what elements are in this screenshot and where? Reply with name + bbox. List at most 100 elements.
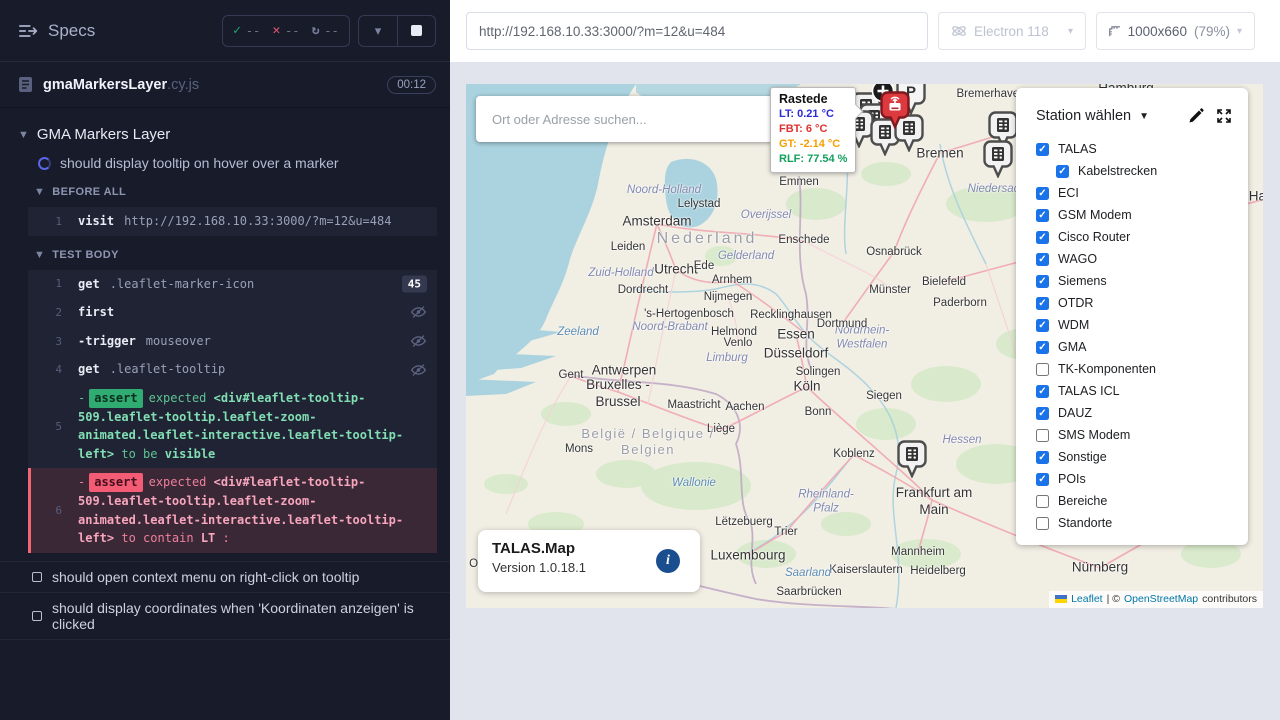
command-number: 1 — [28, 215, 78, 228]
cypress-reporter: Specs ✓-- ✕-- ↻-- ▾ gmaMarkersLayer.cy.j… — [0, 0, 450, 720]
layer-checkbox-cisco-router[interactable]: ✓Cisco Router — [1036, 226, 1248, 248]
eye-slash-icon — [410, 362, 427, 377]
electron-icon — [951, 23, 967, 39]
address-bar[interactable]: http://192.168.10.33:3000/?m=12&u=484 — [466, 12, 928, 50]
assert-message: -assertexpected <div#leaflet-tooltip-509… — [78, 468, 437, 552]
map-version-box: TALAS.Map Version 1.0.18.1 i — [478, 530, 700, 592]
layer-checkbox-tk-komponenten[interactable]: TK-Komponenten — [1036, 358, 1248, 380]
url-text: http://192.168.10.33:3000/?m=12&u=484 — [479, 24, 725, 39]
active-test[interactable]: should display tooltip on hover over a m… — [0, 149, 450, 177]
spec-row[interactable]: gmaMarkersLayer.cy.js 00:12 — [0, 62, 450, 108]
checkbox-unchecked-icon — [1036, 495, 1049, 508]
checkbox-unchecked-icon — [1036, 429, 1049, 442]
checkbox-checked-icon: ✓ — [1036, 253, 1049, 266]
command-body: first — [78, 298, 437, 327]
command-row[interactable]: 1get.leaflet-marker-icon45 — [28, 270, 437, 299]
command-assert-passed[interactable]: 5-assertexpected <div#leaflet-tooltip-50… — [28, 384, 437, 468]
x-icon: ✕ — [272, 23, 280, 38]
map-attribution: Leaflet | © OpenStreetMap contributors — [1049, 591, 1263, 608]
layer-checkbox-eci[interactable]: ✓ECI — [1036, 182, 1248, 204]
layer-checkbox-standorte[interactable]: Standorte — [1036, 512, 1248, 534]
layer-checkbox-kabelstrecken[interactable]: ✓Kabelstrecken — [1036, 160, 1248, 182]
osm-link[interactable]: OpenStreetMap — [1124, 593, 1198, 605]
command-body: visithttp://192.168.10.33:3000/?m=12&u=4… — [78, 207, 437, 236]
viewport-zoom: (79%) — [1194, 24, 1230, 39]
edit-pencil-icon[interactable] — [1188, 108, 1204, 124]
chevron-down-icon: ▼ — [18, 129, 29, 141]
checkbox-checked-icon: ✓ — [1036, 275, 1049, 288]
command-number: 4 — [28, 363, 78, 376]
spec-duration: 00:12 — [387, 76, 436, 94]
before-all-commands: 1visithttp://192.168.10.33:3000/?m=12&u=… — [28, 207, 437, 236]
checkbox-checked-icon: ✓ — [1036, 231, 1049, 244]
checkbox-checked-icon: ✓ — [1036, 385, 1049, 398]
viewport-size: 1000x660 — [1128, 24, 1187, 39]
section-test-body[interactable]: ▼ TEST BODY — [0, 240, 450, 266]
checkbox-checked-icon: ✓ — [1036, 187, 1049, 200]
command-number: 2 — [28, 306, 78, 319]
info-icon[interactable]: i — [656, 549, 680, 573]
layer-checkbox-talas[interactable]: ✓TALAS — [1036, 138, 1248, 160]
chevron-down-icon: ▾ — [1237, 26, 1242, 37]
checkbox-checked-icon: ✓ — [1036, 473, 1049, 486]
command-number: 3 — [28, 335, 78, 348]
tooltip-measurement: GT: -2.14 °C — [779, 137, 847, 152]
layer-checkbox-siemens[interactable]: ✓Siemens — [1036, 270, 1248, 292]
checkbox-unchecked-icon — [1036, 363, 1049, 376]
pending-test-icon — [32, 611, 42, 621]
collapse-all-button[interactable]: ▾ — [359, 16, 397, 46]
command-row[interactable]: 3-triggermouseover — [28, 327, 437, 356]
pending-test-icon — [32, 572, 42, 582]
command-row[interactable]: 1visithttp://192.168.10.33:3000/?m=12&u=… — [28, 207, 437, 236]
assert-badge: assert — [89, 389, 142, 408]
leaflet-map[interactable]: HamburgBremerhavenBremenEmmenNiedersachs… — [466, 84, 1263, 608]
command-row[interactable]: 2first — [28, 298, 437, 327]
station-marker-icon[interactable] — [897, 440, 927, 478]
marker-tooltip[interactable]: Rastede LT: 0.21 °CFBT: 6 °CGT: -2.14 °C… — [770, 87, 856, 173]
suite-header[interactable]: ▼ GMA Markers Layer — [0, 120, 450, 149]
browser-selector[interactable]: Electron 118 ▾ — [938, 12, 1086, 50]
layer-checkbox-gsm-modem[interactable]: ✓GSM Modem — [1036, 204, 1248, 226]
viewport-selector[interactable]: 1000x660 (79%) ▾ — [1096, 12, 1255, 50]
command-body: get.leaflet-marker-icon — [78, 270, 437, 299]
layer-checkbox-dauz[interactable]: ✓DAUZ — [1036, 402, 1248, 424]
station-marker-icon[interactable] — [983, 140, 1013, 178]
command-row[interactable]: 4get.leaflet-tooltip — [28, 355, 437, 384]
layer-checkbox-gma[interactable]: ✓GMA — [1036, 336, 1248, 358]
section-before-all[interactable]: ▼ BEFORE ALL — [0, 177, 450, 203]
tooltip-measurement: FBT: 6 °C — [779, 122, 847, 137]
command-assert-failed[interactable]: 6-assertexpected <div#leaflet-tooltip-50… — [28, 468, 437, 552]
command-body: get.leaflet-tooltip — [78, 355, 437, 384]
command-body: -triggermouseover — [78, 327, 437, 356]
layer-checkbox-wago[interactable]: ✓WAGO — [1036, 248, 1248, 270]
layer-checkbox-sms-modem[interactable]: SMS Modem — [1036, 424, 1248, 446]
tooltip-measurement: LT: 0.21 °C — [779, 107, 847, 122]
leaflet-link[interactable]: Leaflet — [1071, 593, 1103, 605]
layer-checkbox-sonstige[interactable]: ✓Sonstige — [1036, 446, 1248, 468]
layer-checkbox-pois[interactable]: ✓POIs — [1036, 468, 1248, 490]
selected-station-marker-icon[interactable] — [880, 91, 910, 129]
chevron-down-icon[interactable]: ▼ — [1139, 111, 1149, 122]
spec-name: gmaMarkersLayer.cy.js — [43, 77, 199, 93]
specs-toggle[interactable]: Specs — [18, 21, 95, 41]
test-report: ▼ GMA Markers Layer should display toolt… — [0, 108, 450, 640]
browser-label: Electron 118 — [974, 24, 1049, 39]
checkbox-checked-icon: ✓ — [1036, 297, 1049, 310]
fullscreen-expand-icon[interactable] — [1216, 108, 1232, 124]
reporter-header: Specs ✓-- ✕-- ↻-- ▾ — [0, 0, 450, 62]
stat-passed: ✓-- — [233, 23, 260, 38]
layer-checkbox-otdr[interactable]: ✓OTDR — [1036, 292, 1248, 314]
stop-button[interactable] — [397, 16, 435, 46]
pending-test[interactable]: should open context menu on right-click … — [0, 561, 450, 592]
map-search-box[interactable]: Ort oder Adresse suchen... — [476, 96, 776, 142]
stat-pending: ↻-- — [312, 23, 339, 38]
command-number: 6 — [31, 504, 78, 517]
checkbox-checked-icon: ✓ — [1036, 319, 1049, 332]
ukraine-flag-icon — [1055, 595, 1067, 603]
pending-test[interactable]: should display coordinates when 'Koordin… — [0, 592, 450, 639]
layer-checkbox-wdm[interactable]: ✓WDM — [1036, 314, 1248, 336]
test-title: should display tooltip on hover over a m… — [60, 155, 339, 171]
layer-checkbox-bereiche[interactable]: Bereiche — [1036, 490, 1248, 512]
search-placeholder: Ort oder Adresse suchen... — [492, 112, 647, 127]
layer-checkbox-talas-icl[interactable]: ✓TALAS ICL — [1036, 380, 1248, 402]
